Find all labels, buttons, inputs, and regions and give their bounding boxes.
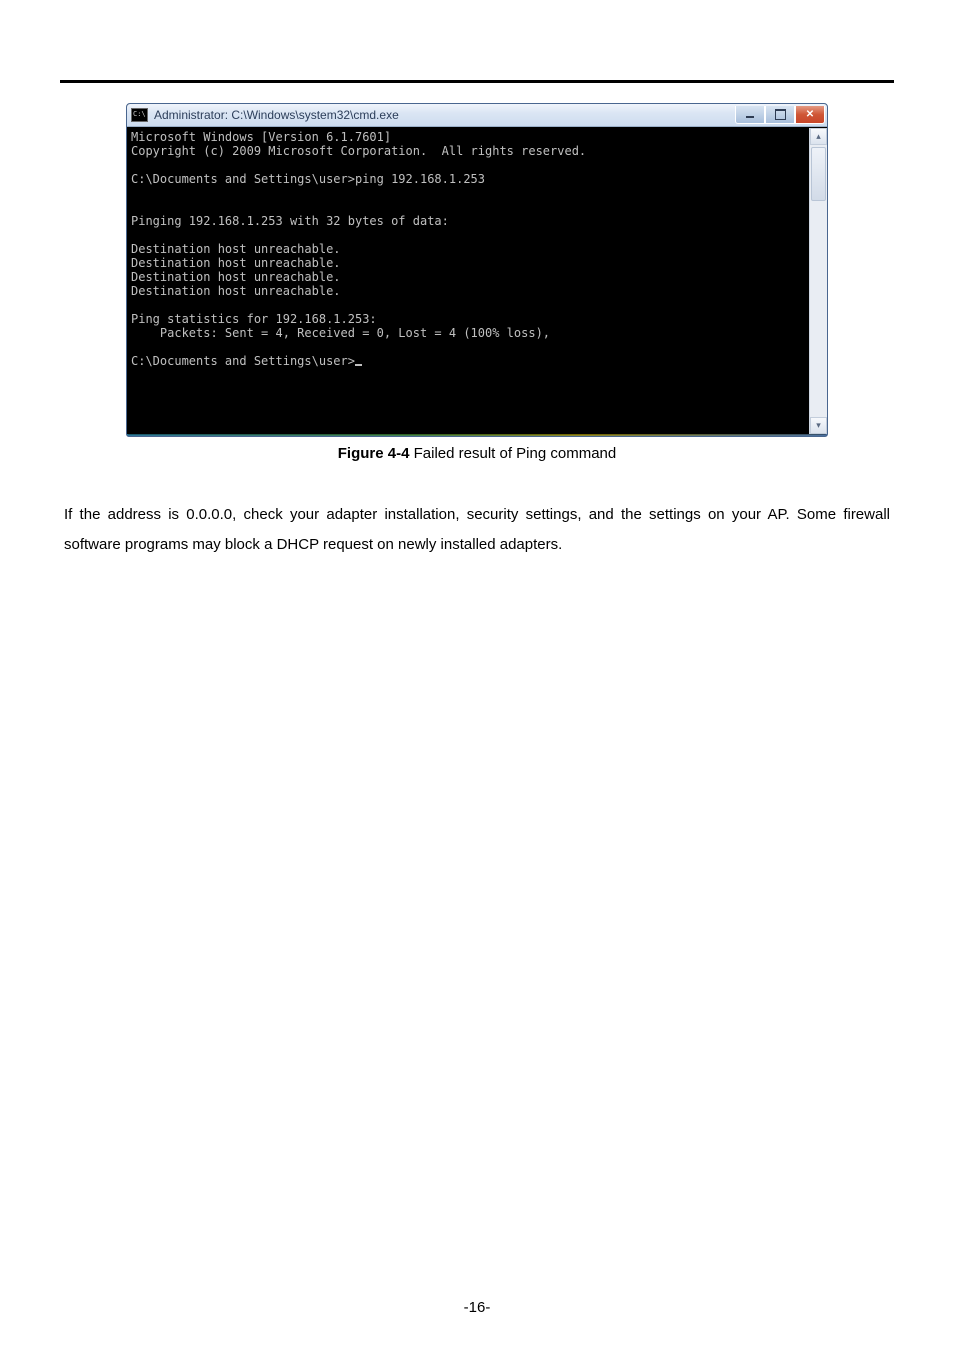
window-bottom-border — [127, 434, 827, 436]
terminal-line: Destination host unreachable. — [131, 242, 341, 256]
terminal-line: Ping statistics for 192.168.1.253: — [131, 312, 377, 326]
terminal-line: Copyright (c) 2009 Microsoft Corporation… — [131, 144, 586, 158]
window-control-buttons — [735, 106, 825, 124]
minimize-button[interactable] — [735, 106, 765, 124]
terminal-line: Pinging 192.168.1.253 with 32 bytes of d… — [131, 214, 449, 228]
terminal-line: Destination host unreachable. — [131, 284, 341, 298]
figure-caption-text: Failed result of Ping command — [409, 445, 616, 462]
terminal-line: C:\Documents and Settings\user>ping 192.… — [131, 172, 485, 186]
window-titlebar[interactable]: C:\ Administrator: C:\Windows\system32\c… — [127, 104, 827, 127]
scroll-track[interactable] — [810, 145, 827, 417]
document-page: C:\ Administrator: C:\Windows\system32\c… — [0, 0, 954, 1350]
cmd-icon: C:\ — [131, 108, 148, 122]
terminal-area: Microsoft Windows [Version 6.1.7601] Cop… — [127, 127, 827, 434]
window-title: Administrator: C:\Windows\system32\cmd.e… — [154, 108, 735, 122]
page-number: -16- — [0, 1299, 954, 1316]
figure-caption: Figure 4-4 Failed result of Ping command — [60, 445, 894, 462]
terminal-line: Packets: Sent = 4, Received = 0, Lost = … — [131, 326, 550, 340]
vertical-scrollbar[interactable] — [809, 128, 827, 434]
scroll-down-button[interactable] — [810, 417, 827, 434]
terminal-line: Destination host unreachable. — [131, 256, 341, 270]
terminal-line: Microsoft Windows [Version 6.1.7601] — [131, 130, 391, 144]
terminal-output[interactable]: Microsoft Windows [Version 6.1.7601] Cop… — [127, 128, 809, 434]
scroll-thumb[interactable] — [811, 147, 826, 201]
maximize-button[interactable] — [765, 106, 795, 124]
header-rule — [60, 80, 894, 83]
scroll-up-button[interactable] — [810, 128, 827, 145]
close-button[interactable] — [795, 106, 825, 124]
body-paragraph: If the address is 0.0.0.0, check your ad… — [64, 500, 890, 560]
figure-label: Figure 4-4 — [338, 445, 410, 462]
cmd-window: C:\ Administrator: C:\Windows\system32\c… — [126, 103, 828, 437]
terminal-prompt: C:\Documents and Settings\user> — [131, 354, 355, 368]
terminal-line: Destination host unreachable. — [131, 270, 341, 284]
cursor-icon — [355, 364, 362, 366]
